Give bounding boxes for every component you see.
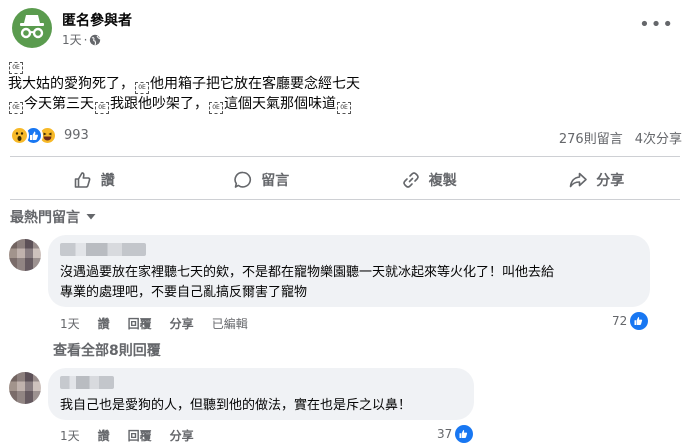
missing-glyph-icon: 0E (209, 102, 223, 114)
incognito-icon (20, 15, 44, 39)
like-button[interactable]: 讚 (10, 160, 178, 200)
anonymous-avatar[interactable] (12, 8, 52, 48)
comment-sort-dropdown[interactable]: 最熱門留言 (10, 207, 96, 227)
comment-share-button[interactable]: 分享 (170, 315, 194, 332)
comment-label: 留言 (261, 173, 290, 189)
comment-time[interactable]: 1天 (60, 315, 80, 332)
like-label: 讚 (100, 173, 115, 189)
comment-time[interactable]: 1天 (60, 427, 80, 444)
post-header: 匿名參與者 1天 · ••• (12, 8, 678, 50)
post-stats: 993 276則留言 4次分享 (10, 126, 682, 148)
missing-glyph-icon: 0E (9, 102, 23, 114)
post-author[interactable]: 匿名參與者 (62, 10, 132, 30)
comment-edited-label: 已編輯 (211, 317, 248, 331)
comment-count[interactable]: 276則留言 (559, 128, 623, 147)
comment-like-count[interactable]: 72 (612, 312, 649, 330)
more-options-icon[interactable]: ••• (639, 14, 674, 35)
comment-like-count[interactable]: 37 (437, 425, 474, 443)
post-action-bar: 讚 留言 複製 分享 (10, 160, 680, 200)
commenter-name-blurred[interactable] (60, 243, 146, 256)
comment-actions: 1天 讚 回覆 分享 (60, 427, 194, 444)
comment-actions: 1天 讚 回覆 分享 已編輯 (60, 315, 248, 332)
comment-reply-button[interactable]: 回覆 (128, 427, 152, 444)
missing-glyph-icon: 0E (337, 102, 351, 114)
comment-bubble: 沒遇過要放在家裡聽七天的欸，不是都在寵物樂園聽一天就冰起來等火化了！叫他去給 專… (48, 235, 650, 307)
reaction-count: 993 (64, 128, 89, 143)
comment-bubble-icon (234, 171, 252, 188)
copy-label: 複製 (428, 173, 457, 189)
commenter-avatar[interactable] (9, 239, 41, 271)
thumbs-up-icon (74, 172, 91, 188)
link-icon (402, 172, 419, 188)
divider-top (10, 156, 680, 157)
post-time[interactable]: 1天 (62, 31, 82, 48)
globe-icon (90, 34, 101, 45)
like-reaction-icon (630, 312, 649, 330)
reactions-summary[interactable]: 993 (10, 126, 89, 145)
wow-reaction-icon (10, 126, 29, 145)
copy-button[interactable]: 複製 (345, 160, 513, 200)
comment-bubble: 我自己也是愛狗的人，但聽到他的做法，實在也是斥之以鼻！ (48, 368, 474, 420)
post-line-0: 0E (8, 54, 678, 74)
post-line-1: 我大姑的愛狗死了， 0E 他用箱子把它放在客廳要念經七天 (8, 76, 360, 94)
comment-text: 我自己也是愛狗的人，但聽到他的做法，實在也是斥之以鼻！ (60, 398, 412, 413)
post-body: 0E 我大姑的愛狗死了， 0E 他用箱子把它放在客廳要念經七天 0E 今天第三天 0E 我… (8, 54, 678, 114)
missing-glyph-icon: 0E (95, 102, 109, 114)
comment-share-button[interactable]: 分享 (170, 427, 194, 444)
share-label: 分享 (596, 173, 625, 189)
comment-text: 沒遇過要放在家裡聽七天的欸，不是都在寵物樂園聽一天就冰起來等火化了！叫他去給 專… (60, 265, 555, 300)
view-all-replies-link[interactable]: 查看全部8則回覆 (53, 340, 161, 360)
sort-label: 最熱門留言 (10, 210, 80, 226)
commenter-avatar[interactable] (9, 372, 41, 404)
share-count[interactable]: 4次分享 (635, 128, 682, 147)
share-arrow-icon (569, 172, 588, 188)
post-meta: 1天 · (62, 31, 101, 48)
caret-down-icon (86, 214, 96, 220)
comment-like-button[interactable]: 讚 (98, 315, 110, 332)
comment-reply-button[interactable]: 回覆 (128, 315, 152, 332)
stats-right: 276則留言 4次分享 (559, 128, 682, 147)
missing-glyph-icon: 0E (135, 82, 149, 94)
missing-glyph-icon: 0E (9, 62, 23, 74)
share-button[interactable]: 分享 (513, 160, 681, 200)
commenter-name-blurred[interactable] (60, 376, 114, 389)
like-reaction-icon (455, 425, 474, 443)
post-line-2: 0E 今天第三天 0E 我跟他吵架了， 0E 這個天氣那個味道 0E (8, 94, 678, 114)
divider-bottom (10, 199, 680, 200)
comment-like-button[interactable]: 讚 (98, 427, 110, 444)
comment-button[interactable]: 留言 (178, 160, 346, 200)
